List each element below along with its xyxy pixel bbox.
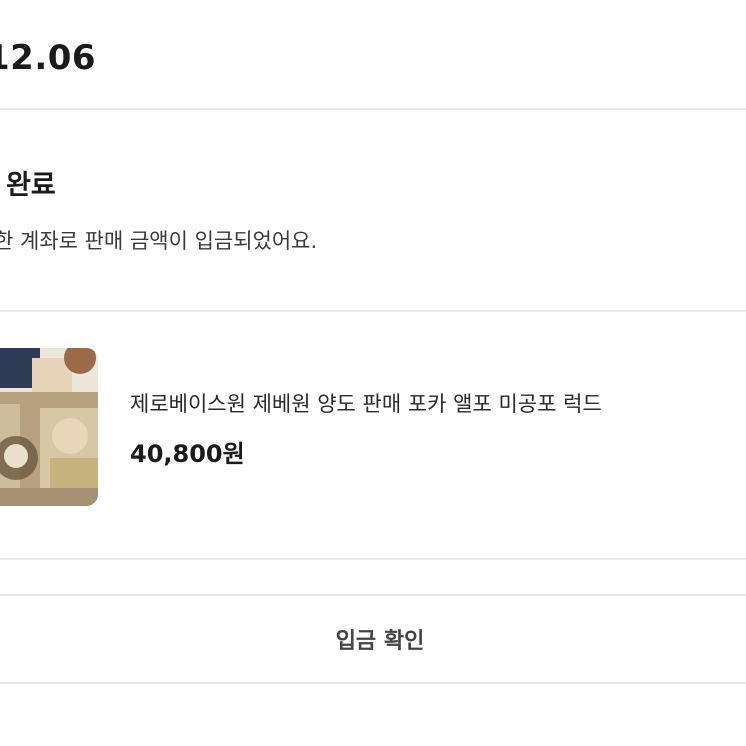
confirm-deposit-button[interactable]: 입금 확인 bbox=[0, 594, 746, 684]
divider bbox=[0, 108, 746, 110]
product-photo-image bbox=[0, 348, 98, 506]
divider bbox=[0, 310, 746, 312]
status-description: 한 계좌로 판매 금액이 입금되었어요. bbox=[0, 229, 318, 253]
product-price: 40,800원 bbox=[130, 440, 245, 468]
product-thumbnail[interactable] bbox=[0, 348, 98, 506]
status-title: 완료 bbox=[6, 170, 56, 201]
confirm-deposit-label: 입금 확인 bbox=[335, 629, 425, 654]
divider bbox=[0, 558, 746, 560]
order-date: 12.06 bbox=[0, 38, 97, 78]
sale-detail-screen: 12.06 완료 한 계좌로 판매 금액이 입금되었어요. 제로베이스원 제베원… bbox=[0, 0, 746, 746]
product-name[interactable]: 제로베이스원 제베원 양도 판매 포카 앨포 미공포 럭드 bbox=[130, 388, 602, 418]
